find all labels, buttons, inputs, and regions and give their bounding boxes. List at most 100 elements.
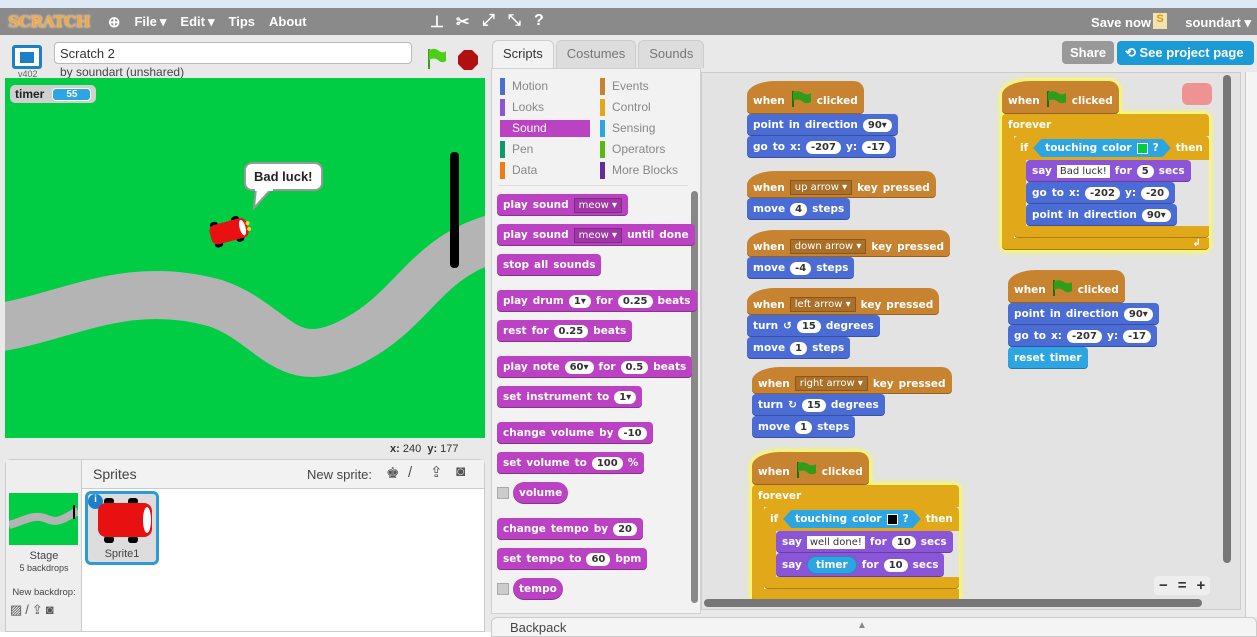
script-stack[interactable]: when clicked point in direction 90▾ go to x: -207… <box>747 81 898 158</box>
say-for-block[interactable]: say Bad luck! for 5 secs <box>1026 160 1191 182</box>
number-input[interactable]: 10 <box>891 535 916 549</box>
zoom-in-icon[interactable]: + <box>1197 577 1206 594</box>
number-input[interactable]: -10 <box>618 426 647 440</box>
forever-block[interactable]: forever if touching color? then say Bad luck! f… <box>1002 114 1209 250</box>
when-key-block[interactable]: when left arrow ▾ key pressed <box>747 288 940 315</box>
reset-timer-block[interactable]: reset timer <box>1008 347 1088 369</box>
green-flag-icon[interactable] <box>425 47 447 71</box>
dropdown-menu[interactable]: up arrow ▾ <box>789 180 853 195</box>
text-input[interactable]: Bad luck! <box>1056 164 1110 178</box>
vertical-scrollbar[interactable] <box>1223 75 1231 563</box>
user-menu[interactable]: soundart ▾ <box>1185 15 1251 31</box>
number-input[interactable]: -202 <box>1084 186 1120 200</box>
when-key-block[interactable]: when down arrow ▾ key pressed <box>747 230 951 257</box>
number-input[interactable]: -17 <box>1123 329 1152 343</box>
category-looks[interactable]: Looks <box>500 99 590 116</box>
touching-color-boolean[interactable]: touching color? <box>783 510 921 528</box>
expand-arrow-icon[interactable]: ▲ <box>857 620 867 631</box>
number-input[interactable]: 4 <box>790 202 808 216</box>
number-input[interactable]: 60 <box>586 552 611 566</box>
sprite-tile-sprite1[interactable]: i Sprite1 <box>85 491 159 565</box>
say-for-block[interactable]: say well done! for 10 secs <box>776 531 953 553</box>
play-sound-block[interactable]: play sound meow ▾ until done <box>497 224 695 246</box>
tab-scripts[interactable]: Scripts <box>492 40 554 68</box>
color-swatch[interactable] <box>887 514 898 525</box>
number-input[interactable]: 0.25 <box>553 324 589 338</box>
sprite-library-icon[interactable]: ♚ <box>386 464 399 482</box>
monitor-checkbox[interactable] <box>497 583 509 595</box>
number-input[interactable]: 1 <box>795 420 813 434</box>
category-sensing[interactable]: Sensing <box>600 120 690 137</box>
number-input[interactable]: 90▾ <box>862 118 892 132</box>
move-steps-block[interactable]: move 4 steps <box>747 198 851 220</box>
text-input[interactable]: well done! <box>806 535 865 549</box>
number-input[interactable]: 5 <box>1136 164 1154 178</box>
go-to-block[interactable]: go to x: -207 y: -17 <box>747 136 897 158</box>
when-key-block[interactable]: when up arrow ▾ key pressed <box>747 171 936 198</box>
stage-thumbnail[interactable] <box>9 493 78 545</box>
number-input[interactable]: -207 <box>805 140 841 154</box>
dropdown-menu[interactable]: meow ▾ <box>573 227 623 243</box>
script-stack[interactable]: when right arrow ▾ key pressed turn ↻ 15 degree… <box>752 367 952 438</box>
monitor-checkbox[interactable] <box>497 487 509 499</box>
number-input[interactable]: -20 <box>1141 186 1170 200</box>
number-input[interactable]: -207 <box>1066 329 1102 343</box>
go-to-block[interactable]: go to x: -207 y: -17 <box>1008 325 1158 347</box>
category-sound[interactable]: Sound <box>500 120 590 137</box>
when-clicked-block[interactable]: when clicked <box>1002 81 1119 114</box>
number-input[interactable]: 10 <box>883 558 908 572</box>
dropdown-menu[interactable]: meow ▾ <box>573 197 623 213</box>
zoom-out-icon[interactable]: − <box>1159 577 1168 594</box>
upload-icon[interactable]: ⇪ <box>32 602 46 617</box>
backdrop-library-icon[interactable]: ▨ <box>10 602 25 617</box>
say-for-block[interactable]: say timer for 10 secs <box>776 553 945 577</box>
number-input[interactable]: 0.25 <box>617 294 653 308</box>
set-volume-block[interactable]: set volume to 100% <box>497 452 645 474</box>
menu-tips[interactable]: Tips <box>229 14 256 29</box>
camera-icon[interactable]: ◙ <box>456 463 465 480</box>
presentation-mode-icon[interactable] <box>12 45 42 69</box>
stage-canvas[interactable] <box>5 78 485 438</box>
change-volume-block[interactable]: change volume by -10 <box>497 422 653 444</box>
grow-icon[interactable]: ⤢ <box>482 12 495 30</box>
if-then-block[interactable]: if touching color? then say Bad luck! for 5 secs… <box>1014 136 1209 238</box>
category-operators[interactable]: Operators <box>600 141 690 158</box>
category-motion[interactable]: Motion <box>500 78 590 95</box>
upload-icon[interactable]: ⇪ <box>430 463 443 481</box>
timer-monitor[interactable]: timer 55 <box>10 85 97 103</box>
number-input[interactable]: -17 <box>862 140 891 154</box>
menu-file[interactable]: File ▾ <box>134 14 166 30</box>
turn-degrees-block[interactable]: turn ↻ 15 degrees <box>752 394 885 416</box>
menu-edit[interactable]: Edit ▾ <box>180 14 214 30</box>
point-in-block[interactable]: point in direction 90▾ <box>1008 303 1159 325</box>
number-input[interactable]: 90▾ <box>1123 307 1153 321</box>
dropdown-menu[interactable]: left arrow ▾ <box>789 297 856 312</box>
menu-about[interactable]: About <box>269 14 307 29</box>
play-drum-block[interactable]: play drum 1▾ for 0.25 beats <box>497 290 697 312</box>
go-to-block[interactable]: go to x: -202 y: -20 <box>1026 182 1176 204</box>
number-input[interactable]: 15 <box>801 398 826 412</box>
number-input[interactable]: 1▾ <box>614 390 637 404</box>
language-globe-icon[interactable]: ⊕ <box>108 13 121 31</box>
user-folder-icon[interactable]: S <box>1153 13 1167 29</box>
help-icon[interactable]: ? <box>534 12 544 30</box>
dropdown-menu[interactable]: down arrow ▾ <box>789 239 867 254</box>
when-clicked-block[interactable]: when clicked <box>747 81 864 114</box>
camera-icon[interactable]: ◙ <box>46 602 57 617</box>
delete-scissors-icon[interactable]: ✂ <box>456 12 469 32</box>
scripts-area[interactable]: when clicked point in direction 90▾ go to x: -207… <box>701 72 1241 610</box>
if-then-block[interactable]: if touching color? then say well done! for 10 se… <box>764 507 959 589</box>
number-input[interactable]: 1▾ <box>568 294 591 308</box>
script-stack[interactable]: when clicked point in direction 90▾ go to x: -207… <box>1008 270 1159 369</box>
color-swatch[interactable] <box>1137 143 1148 154</box>
script-stack[interactable]: when clicked forever if touching color? then sa… <box>752 452 959 601</box>
save-now-link[interactable]: Save now <box>1091 15 1151 30</box>
project-title-input[interactable]: Scratch 2 <box>54 42 412 64</box>
tab-costumes[interactable]: Costumes <box>555 40 637 68</box>
number-input[interactable]: 15 <box>796 319 821 333</box>
volume-block[interactable]: volume <box>513 482 569 504</box>
tab-sounds[interactable]: Sounds <box>638 40 705 68</box>
script-stack[interactable]: when left arrow ▾ key pressed turn ↺ 15 degrees… <box>747 288 940 359</box>
category-pen[interactable]: Pen <box>500 141 590 158</box>
see-project-page-button[interactable]: ⟲ See project page <box>1117 41 1254 65</box>
